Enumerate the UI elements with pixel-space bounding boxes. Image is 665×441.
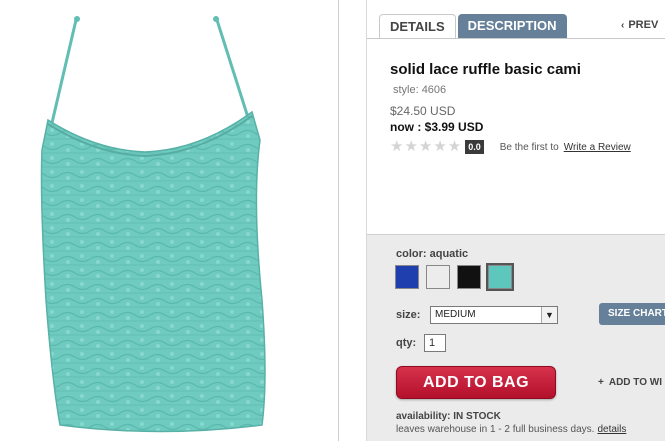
swatch-white[interactable] (426, 265, 450, 289)
star-rating-icon: ★★★★★ (390, 138, 463, 155)
color-swatches (395, 263, 519, 291)
tab-bar: DETAILS DESCRIPTION (379, 14, 567, 39)
rating-row: ★★★★★ 0.0 Be the first to Write a Review (390, 139, 631, 155)
qty-input[interactable]: 1 (424, 334, 446, 352)
product-style: style: 4606 (390, 84, 446, 96)
add-to-bag-button[interactable]: ADD TO BAG (396, 366, 556, 399)
size-label: size: (396, 309, 421, 321)
size-chart-button[interactable]: SIZE CHART (599, 303, 665, 325)
chevron-down-icon[interactable]: ▼ (541, 307, 557, 323)
rating-score: 0.0 (465, 140, 484, 154)
swatch-blue[interactable] (395, 265, 419, 289)
prev-label: PREV (628, 19, 659, 31)
product-image[interactable] (0, 0, 338, 441)
color-label: color: aquatic (396, 248, 469, 260)
product-title: solid lace ruffle basic cami (390, 61, 581, 78)
details-link[interactable]: details (597, 424, 626, 435)
chevron-left-icon: ‹ (621, 20, 625, 31)
shipping-info: leaves warehouse in 1 - 2 full business … (396, 424, 626, 435)
original-price: $24.50 USD (390, 104, 456, 118)
plus-icon: + (598, 377, 604, 388)
be-first-text: Be the first to (499, 141, 559, 153)
product-details-panel: DETAILS DESCRIPTION ‹ PREV solid lace ruf… (367, 0, 665, 441)
swatch-black[interactable] (457, 265, 481, 289)
tab-underline (367, 38, 665, 39)
sale-price: now : $3.99 USD (390, 120, 484, 134)
tab-description[interactable]: DESCRIPTION (457, 14, 567, 38)
size-select[interactable]: MEDIUM ▼ (430, 306, 558, 324)
style-number: 4606 (421, 84, 447, 96)
size-value: MEDIUM (435, 309, 476, 320)
write-review-link[interactable]: Write a Review (564, 142, 631, 153)
availability-status: availability: IN STOCK (396, 411, 501, 422)
purchase-options: color: aquatic size: MEDIUM ▼ SIZE CHART… (367, 234, 665, 441)
shipping-text: leaves warehouse in 1 - 2 full business … (396, 424, 595, 435)
style-label: style: (393, 84, 419, 96)
add-to-wishlist-link[interactable]: + ADD TO WI (598, 377, 662, 388)
tab-details[interactable]: DETAILS (379, 14, 456, 39)
cami-image (40, 16, 266, 433)
swatch-aquatic[interactable] (486, 263, 514, 291)
qty-label: qty: (396, 337, 417, 349)
prev-link[interactable]: ‹ PREV (621, 19, 658, 31)
divider (338, 0, 339, 441)
add-to-wishlist-label: ADD TO WI (608, 377, 662, 388)
